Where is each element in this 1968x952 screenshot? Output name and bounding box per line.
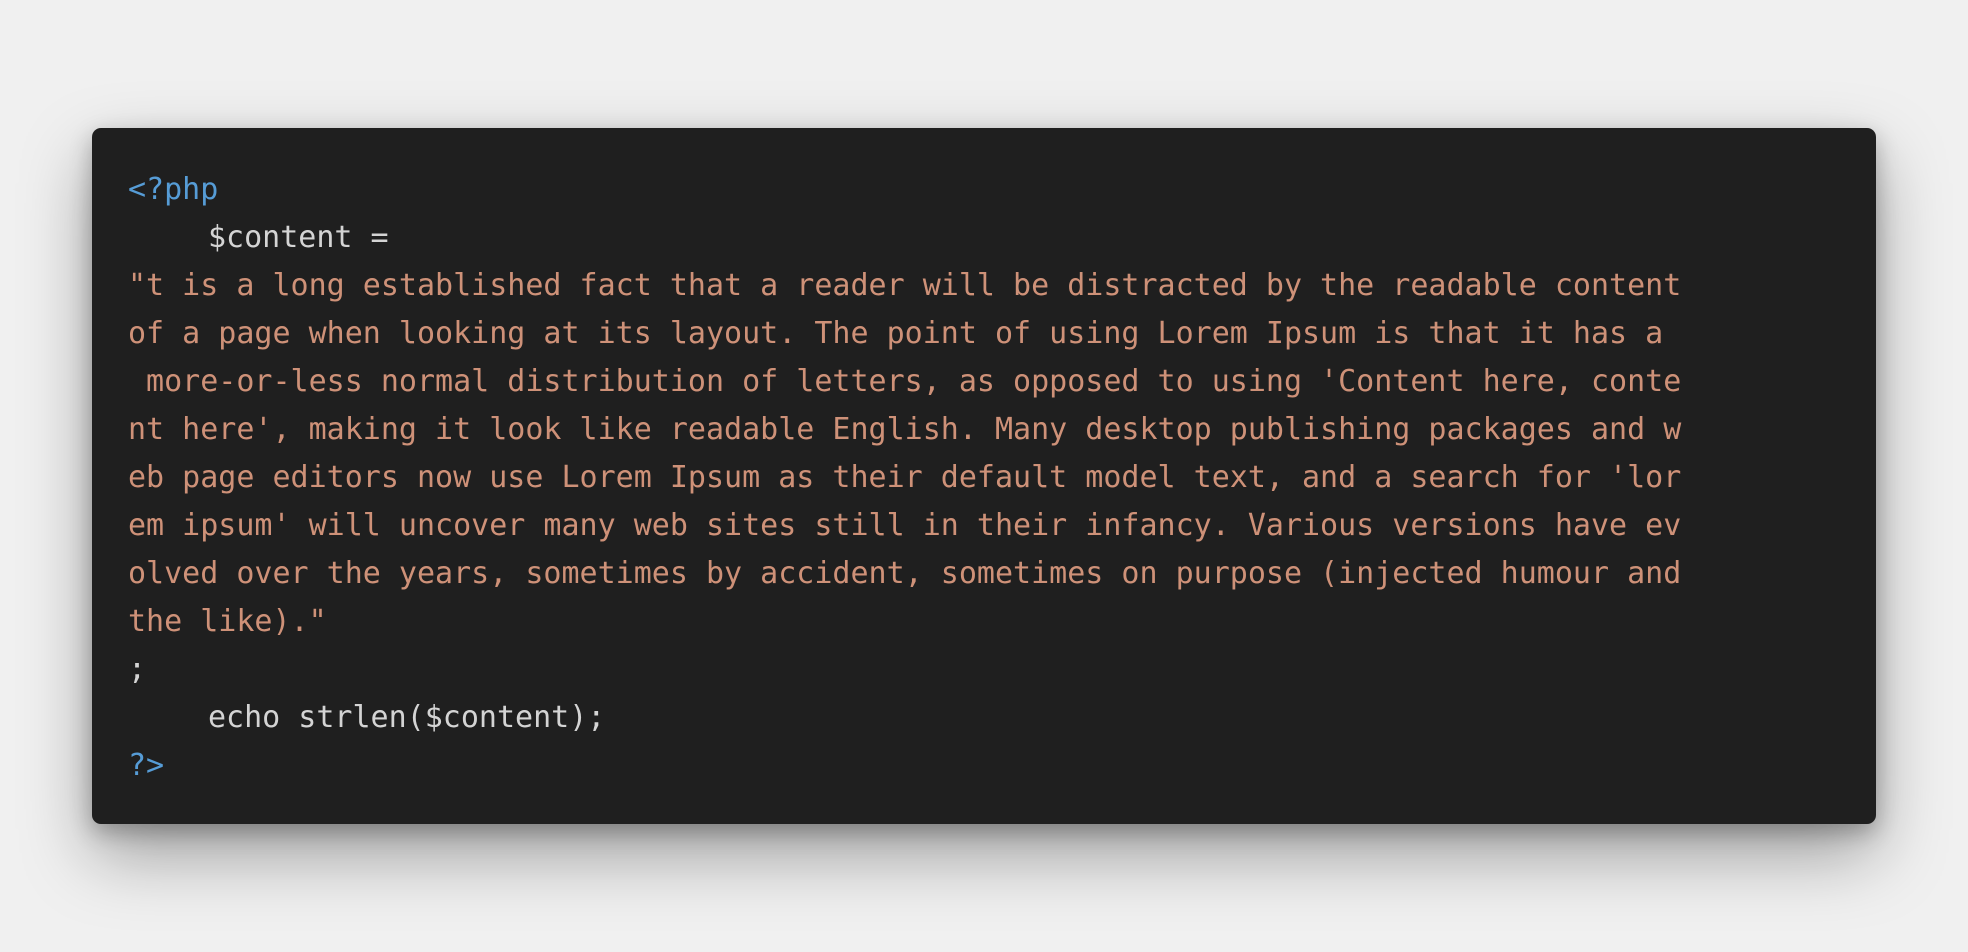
- string-literal-line: em ipsum' will uncover many web sites st…: [128, 508, 1682, 543]
- code-line-assign: $content =: [128, 214, 1876, 262]
- string-literal-line: more-or-less normal distribution of lett…: [128, 364, 1682, 399]
- page-background: <?php $content = "t is a long established …: [0, 0, 1968, 952]
- string-line: the like).": [128, 598, 1876, 646]
- string-literal-line: "t is a long established fact that a rea…: [128, 268, 1682, 303]
- echo-statement: echo strlen($content);: [208, 700, 606, 735]
- code-block: <?php $content = "t is a long established …: [92, 128, 1876, 824]
- string-line: of a page when looking at its layout. Th…: [128, 310, 1876, 358]
- string-line: em ipsum' will uncover many web sites st…: [128, 502, 1876, 550]
- code-line-open-tag: <?php: [128, 166, 1876, 214]
- string-line: nt here', making it look like readable E…: [128, 406, 1876, 454]
- code-line-close-tag: ?>: [128, 742, 1876, 790]
- string-line: "t is a long established fact that a rea…: [128, 262, 1876, 310]
- string-literal-line: olved over the years, sometimes by accid…: [128, 556, 1682, 591]
- string-literal-line: nt here', making it look like readable E…: [128, 412, 1682, 447]
- code-line-semicolon: ;: [128, 646, 1876, 694]
- php-close-tag: ?>: [128, 748, 165, 783]
- code-line-echo: echo strlen($content);: [128, 694, 1876, 742]
- string-literal-line: eb page editors now use Lorem Ipsum as t…: [128, 460, 1682, 495]
- code-content: <?php $content = "t is a long established …: [128, 166, 1876, 790]
- string-line: more-or-less normal distribution of lett…: [128, 358, 1876, 406]
- variable-assignment: $content =: [208, 220, 389, 255]
- semicolon: ;: [128, 652, 147, 687]
- string-literal-line: of a page when looking at its layout. Th…: [128, 316, 1664, 351]
- string-literal-line: the like).": [128, 604, 327, 639]
- string-line: olved over the years, sometimes by accid…: [128, 550, 1876, 598]
- string-line: eb page editors now use Lorem Ipsum as t…: [128, 454, 1876, 502]
- php-open-tag: <?php: [128, 172, 219, 207]
